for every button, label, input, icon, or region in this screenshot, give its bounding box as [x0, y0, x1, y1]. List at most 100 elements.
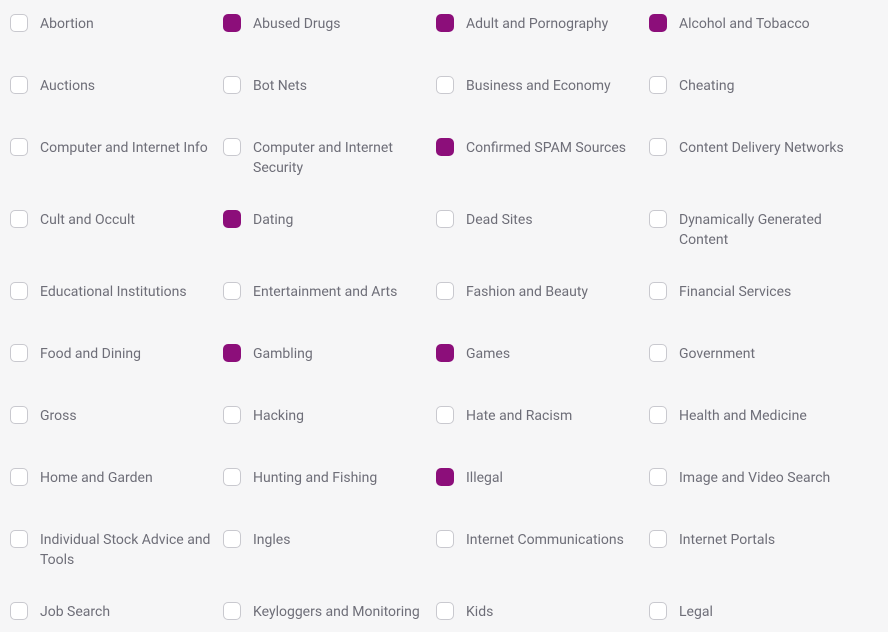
- category-checkbox[interactable]: [10, 282, 28, 300]
- category-item[interactable]: Bot Nets: [223, 76, 436, 106]
- category-label: Adult and Pornography: [466, 14, 608, 34]
- category-item[interactable]: Computer and Internet Info: [10, 138, 223, 178]
- category-item[interactable]: Home and Garden: [10, 468, 223, 498]
- category-label: Abortion: [40, 14, 94, 34]
- category-label: Dynamically Generated Content: [679, 210, 854, 250]
- category-label: Home and Garden: [40, 468, 153, 488]
- category-checkbox[interactable]: [436, 282, 454, 300]
- category-checkbox[interactable]: [223, 406, 241, 424]
- category-item[interactable]: Kids: [436, 602, 649, 632]
- category-checkbox[interactable]: [223, 282, 241, 300]
- category-label: Internet Communications: [466, 530, 624, 550]
- category-item[interactable]: Government: [649, 344, 862, 374]
- category-item[interactable]: Cheating: [649, 76, 862, 106]
- category-item[interactable]: Games: [436, 344, 649, 374]
- category-checkbox[interactable]: [436, 344, 454, 362]
- category-checkbox[interactable]: [223, 14, 241, 32]
- category-item[interactable]: Financial Services: [649, 282, 862, 312]
- category-checkbox[interactable]: [10, 14, 28, 32]
- category-item[interactable]: Hate and Racism: [436, 406, 649, 436]
- category-item[interactable]: Business and Economy: [436, 76, 649, 106]
- category-checkbox[interactable]: [10, 406, 28, 424]
- category-label: Individual Stock Advice and Tools: [40, 530, 215, 570]
- category-item[interactable]: Entertainment and Arts: [223, 282, 436, 312]
- category-checkbox[interactable]: [649, 530, 667, 548]
- category-label: Internet Portals: [679, 530, 775, 550]
- category-label: Kids: [466, 602, 493, 622]
- category-item[interactable]: Dynamically Generated Content: [649, 210, 862, 250]
- category-item[interactable]: Abortion: [10, 14, 223, 44]
- category-label: Hate and Racism: [466, 406, 572, 426]
- category-label: Image and Video Search: [679, 468, 830, 488]
- category-item[interactable]: Content Delivery Networks: [649, 138, 862, 178]
- category-label: Hunting and Fishing: [253, 468, 377, 488]
- category-checkbox[interactable]: [223, 138, 241, 156]
- category-checkbox[interactable]: [436, 14, 454, 32]
- category-checkbox[interactable]: [649, 344, 667, 362]
- category-item[interactable]: Illegal: [436, 468, 649, 498]
- category-checkbox[interactable]: [649, 210, 667, 228]
- category-checkbox[interactable]: [223, 602, 241, 620]
- category-item[interactable]: Legal: [649, 602, 862, 632]
- category-checkbox[interactable]: [649, 468, 667, 486]
- category-checkbox[interactable]: [10, 210, 28, 228]
- category-label: Educational Institutions: [40, 282, 187, 302]
- category-checkbox[interactable]: [223, 210, 241, 228]
- category-item[interactable]: Dating: [223, 210, 436, 250]
- category-checkbox[interactable]: [223, 530, 241, 548]
- category-checkbox[interactable]: [649, 406, 667, 424]
- category-label: Illegal: [466, 468, 503, 488]
- category-label: Abused Drugs: [253, 14, 340, 34]
- category-checkbox[interactable]: [436, 602, 454, 620]
- category-item[interactable]: Job Search: [10, 602, 223, 632]
- category-checkbox[interactable]: [649, 282, 667, 300]
- category-label: Keyloggers and Monitoring: [253, 602, 420, 622]
- category-label: Cult and Occult: [40, 210, 135, 230]
- category-item[interactable]: Gambling: [223, 344, 436, 374]
- category-item[interactable]: Hunting and Fishing: [223, 468, 436, 498]
- category-checkbox[interactable]: [649, 138, 667, 156]
- category-checkbox[interactable]: [436, 406, 454, 424]
- category-item[interactable]: Computer and Internet Security: [223, 138, 436, 178]
- category-item[interactable]: Food and Dining: [10, 344, 223, 374]
- category-checkbox[interactable]: [10, 344, 28, 362]
- category-item[interactable]: Fashion and Beauty: [436, 282, 649, 312]
- category-item[interactable]: Abused Drugs: [223, 14, 436, 44]
- category-checkbox[interactable]: [649, 76, 667, 94]
- category-item[interactable]: Educational Institutions: [10, 282, 223, 312]
- category-item[interactable]: Image and Video Search: [649, 468, 862, 498]
- category-item[interactable]: Alcohol and Tobacco: [649, 14, 862, 44]
- category-label: Entertainment and Arts: [253, 282, 397, 302]
- category-checkbox[interactable]: [223, 76, 241, 94]
- category-checkbox[interactable]: [10, 76, 28, 94]
- category-item[interactable]: Auctions: [10, 76, 223, 106]
- category-item[interactable]: Dead Sites: [436, 210, 649, 250]
- category-item[interactable]: Individual Stock Advice and Tools: [10, 530, 223, 570]
- category-checkbox[interactable]: [10, 468, 28, 486]
- category-item[interactable]: Health and Medicine: [649, 406, 862, 436]
- category-checkbox[interactable]: [649, 14, 667, 32]
- category-item[interactable]: Hacking: [223, 406, 436, 436]
- category-item[interactable]: Keyloggers and Monitoring: [223, 602, 436, 632]
- category-item[interactable]: Cult and Occult: [10, 210, 223, 250]
- category-checkbox[interactable]: [649, 602, 667, 620]
- category-item[interactable]: Adult and Pornography: [436, 14, 649, 44]
- category-item[interactable]: Internet Communications: [436, 530, 649, 570]
- category-item[interactable]: Gross: [10, 406, 223, 436]
- category-checkbox[interactable]: [10, 530, 28, 548]
- category-label: Auctions: [40, 76, 95, 96]
- category-checkbox[interactable]: [436, 468, 454, 486]
- category-checkbox[interactable]: [436, 138, 454, 156]
- category-checkbox[interactable]: [436, 76, 454, 94]
- category-grid: Abortion Abused Drugs Adult and Pornograph…: [0, 0, 888, 632]
- category-checkbox[interactable]: [10, 138, 28, 156]
- category-item[interactable]: Internet Portals: [649, 530, 862, 570]
- category-checkbox[interactable]: [436, 210, 454, 228]
- category-item[interactable]: Confirmed SPAM Sources: [436, 138, 649, 178]
- category-label: Bot Nets: [253, 76, 307, 96]
- category-checkbox[interactable]: [10, 602, 28, 620]
- category-item[interactable]: Ingles: [223, 530, 436, 570]
- category-checkbox[interactable]: [223, 468, 241, 486]
- category-checkbox[interactable]: [436, 530, 454, 548]
- category-checkbox[interactable]: [223, 344, 241, 362]
